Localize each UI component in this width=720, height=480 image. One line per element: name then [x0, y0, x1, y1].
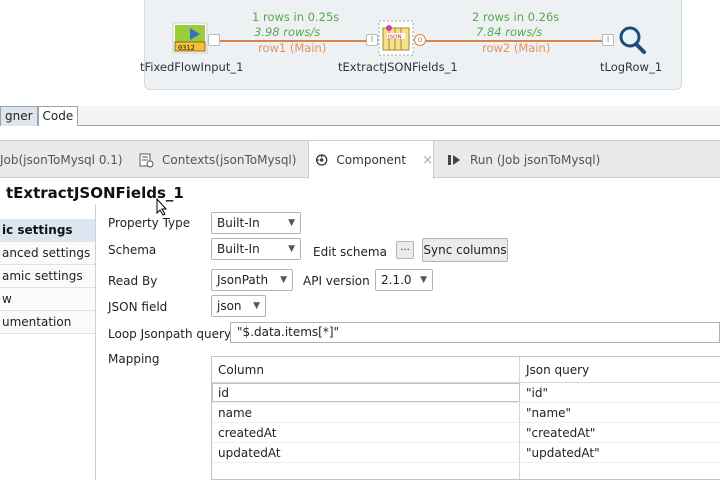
textractjson-input-port[interactable]: I [366, 34, 378, 46]
json-extract-icon: JSON [378, 20, 414, 56]
row2-rate-stat: 7.84 rows/s [476, 25, 543, 39]
tlogrow-input-port[interactable]: I [602, 34, 614, 46]
component-tlogrow[interactable] [614, 24, 650, 56]
tab-designer[interactable]: gner [0, 106, 38, 126]
component-icon [316, 154, 328, 166]
json-field-select[interactable]: json ▼ [211, 295, 266, 317]
api-version-value: 2.1.0 [381, 273, 412, 287]
json-field-label: JSON field [108, 300, 168, 314]
tab-component[interactable]: Component × [308, 141, 434, 179]
column-cell[interactable]: id [212, 383, 520, 402]
json-query-cell[interactable]: "updatedAt" [520, 443, 720, 462]
tab-run[interactable]: Run (Job jsonToMysql) [446, 141, 626, 178]
textractjson-output-port[interactable]: o [414, 34, 426, 46]
table-row[interactable]: createdAt "createdAt" [212, 423, 720, 443]
json-field-value: json [217, 299, 242, 313]
nav-documentation[interactable]: umentation [0, 311, 96, 334]
tfixedflowinput-output-port[interactable] [208, 34, 220, 46]
json-query-header[interactable]: Json query [520, 357, 720, 382]
property-type-select[interactable]: Built-In ▼ [211, 212, 301, 234]
mouse-cursor-icon [156, 198, 168, 216]
chevron-down-icon: ▼ [253, 301, 260, 311]
log-row-magnifier-icon [619, 26, 646, 54]
chevron-down-icon: ▼ [288, 244, 295, 254]
edit-schema-label: Edit schema [313, 245, 387, 259]
table-row[interactable]: id "id" [212, 383, 720, 403]
read-by-value: JsonPath [217, 273, 269, 287]
table-row[interactable]: name "name" [212, 403, 720, 423]
view-tab-bar: Job(jsonToMysql 0.1) Contexts(jsonToMysq… [0, 140, 720, 179]
tab-component-label: Component [336, 153, 407, 167]
column-cell[interactable]: updatedAt [212, 443, 520, 462]
api-version-select[interactable]: 2.1.0 ▼ [375, 269, 433, 291]
tab-contexts[interactable]: Contexts(jsonToMysql) [138, 141, 304, 178]
editor-tab-bar: gner Code [0, 106, 720, 126]
empty-cell [212, 463, 520, 479]
mapping-table: Column Json query id "id" name "name" cr… [211, 356, 720, 480]
column-header[interactable]: Column [212, 357, 520, 382]
svg-text:JSON: JSON [387, 35, 402, 41]
sync-columns-label: Sync columns [423, 243, 507, 257]
component-label: tExtractJSONFields_1 [338, 60, 458, 74]
property-type-value: Built-In [217, 216, 260, 230]
table-row[interactable]: updatedAt "updatedAt" [212, 443, 720, 463]
row1-rows-stat: 1 rows in 0.25s [252, 10, 340, 24]
row2-link-label[interactable]: row2 (Main) [482, 41, 550, 55]
nav-advanced-settings[interactable]: anced settings [0, 242, 96, 265]
tab-job[interactable]: Job(jsonToMysql 0.1) [0, 141, 128, 178]
row2-rows-stat: 2 rows in 0.26s [472, 10, 560, 24]
contexts-icon [139, 153, 154, 167]
chevron-down-icon: ▼ [288, 218, 295, 228]
component-side-nav: ic settings anced settings amic settings… [0, 219, 96, 334]
close-icon[interactable]: × [422, 153, 433, 168]
tab-run-label: Run (Job jsonToMysql) [470, 152, 601, 167]
tab-job-label: Job(jsonToMysql 0.1) [0, 152, 123, 167]
nav-dynamic-settings[interactable]: amic settings [0, 265, 96, 288]
json-query-cell[interactable]: "id" [520, 383, 720, 402]
component-label: tLogRow_1 [600, 60, 663, 74]
column-cell[interactable]: createdAt [212, 423, 520, 442]
schema-value: Built-In [217, 242, 260, 256]
table-row-empty [212, 463, 720, 479]
svg-text:0312: 0312 [178, 44, 195, 52]
property-type-label: Property Type [108, 216, 191, 230]
tab-code[interactable]: Code [37, 106, 79, 126]
schema-label: Schema [108, 243, 157, 257]
json-query-cell[interactable]: "createdAt" [520, 423, 720, 442]
run-icon [448, 154, 460, 165]
mapping-table-header: Column Json query [212, 357, 720, 383]
nav-basic-settings[interactable]: ic settings [0, 219, 96, 242]
read-by-label: Read By [108, 274, 158, 288]
row1-rate-stat: 3.98 rows/s [254, 25, 321, 39]
schema-select[interactable]: Built-In ▼ [211, 238, 301, 260]
tab-contexts-label: Contexts(jsonToMysql) [162, 152, 297, 167]
chevron-down-icon: ▼ [420, 275, 427, 285]
component-label: tFixedFlowInput_1 [140, 60, 244, 74]
chevron-down-icon: ▼ [280, 275, 287, 285]
fixed-flow-input-icon: 0312 [172, 22, 208, 54]
row1-link-label[interactable]: row1 (Main) [258, 41, 326, 55]
loop-jsonpath-input[interactable]: "$.data.items[*]" [230, 322, 720, 343]
nav-divider [95, 204, 96, 480]
sync-columns-button[interactable]: Sync columns [422, 238, 508, 262]
component-tfixedflowinput[interactable]: 0312 [172, 22, 208, 54]
json-query-cell[interactable]: "name" [520, 403, 720, 422]
component-textractjsonfields[interactable]: JSON [378, 20, 414, 56]
edit-schema-button[interactable]: ... [396, 241, 414, 259]
column-cell[interactable]: name [212, 403, 520, 422]
nav-view[interactable]: w [0, 288, 96, 311]
empty-cell [520, 463, 720, 479]
ellipsis-label: ... [400, 242, 410, 253]
loop-jsonpath-label: Loop Jsonpath query [108, 327, 232, 341]
read-by-select[interactable]: JsonPath ▼ [211, 269, 293, 291]
job-designer-canvas[interactable]: 0312 tFixedFlowInput_1 1 rows in 0.25s 3… [0, 0, 720, 104]
api-version-label: API version [303, 274, 370, 288]
mapping-label: Mapping [108, 352, 160, 366]
